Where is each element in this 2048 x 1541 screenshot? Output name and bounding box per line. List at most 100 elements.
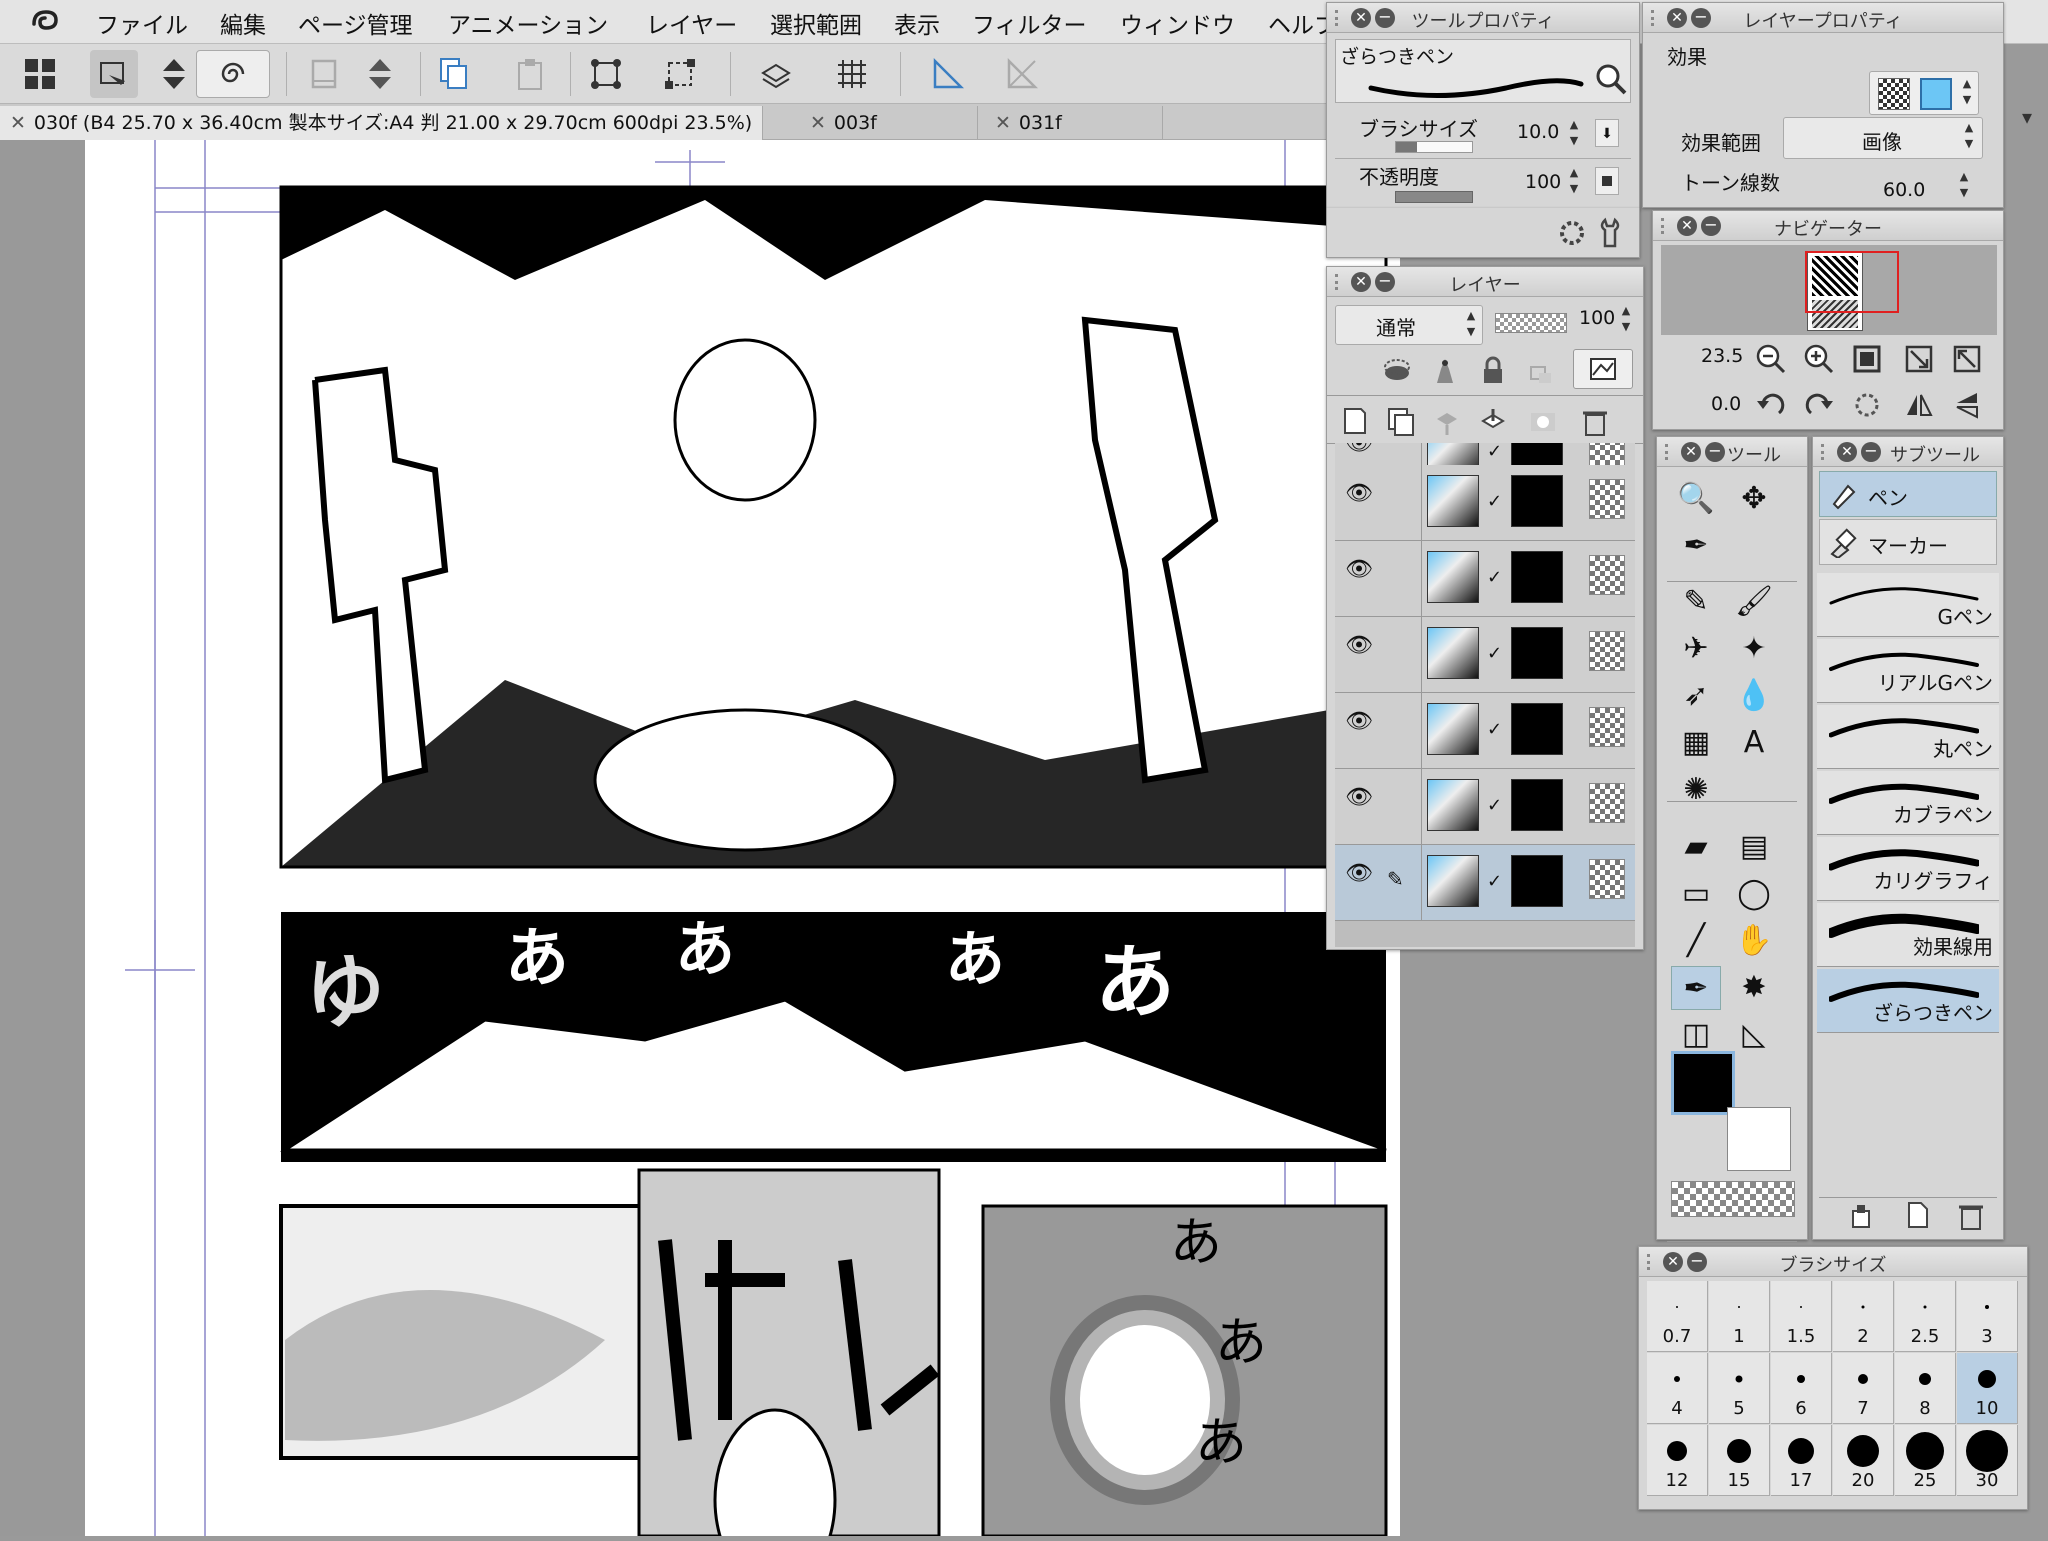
brush-size-cell[interactable]: 30: [1957, 1425, 2018, 1496]
frame-icon[interactable]: ▦: [1671, 721, 1721, 765]
effect-range-select[interactable]: 画像 ▲ ▼: [1783, 117, 1983, 159]
subtool-group-marker[interactable]: マーカー: [1819, 519, 1997, 565]
minimize-icon[interactable]: −: [1705, 442, 1725, 462]
fit-page-icon[interactable]: [1847, 339, 1887, 379]
gradient-icon[interactable]: ▤: [1729, 825, 1779, 869]
tone-lines-spinner[interactable]: ▲ ▼: [1955, 169, 1973, 203]
subtool-item[interactable]: ざらつきペン: [1817, 969, 1999, 1033]
brush-size-cell[interactable]: 4: [1647, 1353, 1708, 1424]
brush-size-cell[interactable]: 1: [1709, 1281, 1770, 1352]
menu-item[interactable]: ウィンドウ: [1120, 6, 1235, 40]
subtool-group-pen[interactable]: ペン: [1819, 471, 1997, 517]
mask-link-check-icon[interactable]: ✓: [1487, 567, 1502, 588]
close-icon[interactable]: ✕: [1681, 442, 1701, 462]
new-raster-layer-icon[interactable]: [1335, 401, 1375, 441]
subtool-item[interactable]: リアルGペン: [1817, 639, 1999, 703]
fit-window-icon[interactable]: [1899, 339, 1939, 379]
rotate-right-icon[interactable]: [1799, 385, 1839, 425]
brush-size-grid[interactable]: 0.7 1 1.5 2 2.5 3 4 5 6 7 8 10 12 15 17 20 25 30: [1647, 1281, 2018, 1499]
tab-031f[interactable]: ✕ 031f: [985, 106, 1163, 140]
layer-row[interactable]: 👁 ✓: [1335, 693, 1635, 769]
zoom-in-icon[interactable]: [1799, 339, 1839, 379]
subtool-item[interactable]: カブラペン: [1817, 771, 1999, 835]
brush-size-cell[interactable]: 20: [1833, 1425, 1894, 1496]
brush-size-cell[interactable]: 12: [1647, 1425, 1708, 1496]
zoom-value[interactable]: 23.5: [1701, 345, 1743, 367]
layer-color-icon[interactable]: [1920, 78, 1952, 110]
flip-horizontal-icon[interactable]: [1899, 385, 1939, 425]
new-vector-layer-icon[interactable]: [1381, 401, 1421, 441]
eyedropper-icon[interactable]: ✒: [1671, 524, 1721, 568]
lock-icon[interactable]: [1473, 351, 1513, 391]
grid-view-icon[interactable]: [16, 50, 64, 98]
menu-item[interactable]: ページ管理: [298, 6, 413, 40]
menu-item[interactable]: 表示: [894, 6, 940, 40]
layer-mask-icon[interactable]: [1523, 401, 1563, 441]
layer-list[interactable]: 👁 ✓ 👁 ✓ 👁 ✓ 👁 ✓ 👁 ✓ 👁 ✓ 👁 ✎ ✓: [1335, 443, 1635, 947]
line-icon[interactable]: ╱: [1671, 919, 1721, 963]
tab-003f[interactable]: ✕ 003f: [800, 106, 978, 140]
wrench-icon[interactable]: [1595, 216, 1629, 250]
main-color-swatch[interactable]: [1671, 1051, 1735, 1115]
airbrush-icon[interactable]: ✈: [1671, 627, 1721, 671]
pen-tool-active-icon[interactable]: ✒: [1671, 965, 1721, 1010]
copy-icon[interactable]: [430, 50, 478, 98]
copy-subtool-icon[interactable]: [1843, 1195, 1883, 1235]
eye-icon[interactable]: 👁: [1345, 861, 1373, 886]
sparkle-icon[interactable]: ✦: [1729, 627, 1779, 671]
eye-icon[interactable]: 👁: [1345, 481, 1373, 506]
layer-select-icon[interactable]: [752, 50, 800, 98]
brush-size-cell[interactable]: 7: [1833, 1353, 1894, 1424]
mask-link-check-icon[interactable]: ✓: [1487, 719, 1502, 740]
mask-link-check-icon[interactable]: ✓: [1487, 643, 1502, 664]
brush-size-cell[interactable]: 17: [1771, 1425, 1832, 1496]
page-up-down-icon[interactable]: [356, 50, 404, 98]
brush-size-cell[interactable]: 1.5: [1771, 1281, 1832, 1352]
trash-icon[interactable]: [1575, 401, 1615, 441]
close-tab-icon[interactable]: ✕: [810, 112, 826, 134]
menu-item[interactable]: アニメーション: [448, 6, 608, 40]
pressure-icon[interactable]: ⬇: [1595, 119, 1619, 147]
eye-icon[interactable]: 👁: [1345, 709, 1373, 734]
panel-menu-chevron-icon[interactable]: ▾: [2010, 100, 2044, 134]
subtool-item[interactable]: 効果線用: [1817, 903, 1999, 967]
subtool-list[interactable]: Gペン リアルGペン 丸ペン カブラペン カリグラフィ 効果線用 ざらつきペン: [1817, 573, 1999, 1093]
ruler-icon[interactable]: ◺: [1729, 1013, 1779, 1057]
settings-gear-icon[interactable]: [1555, 216, 1589, 250]
menu-item[interactable]: フィルター: [972, 6, 1087, 40]
layer-opacity-value[interactable]: 100: [1579, 307, 1615, 329]
move-layer-down-icon[interactable]: [1427, 401, 1467, 441]
menu-item[interactable]: レイヤー: [646, 6, 737, 40]
effect-line-icon[interactable]: ✸: [1729, 966, 1779, 1010]
flip-vertical-icon[interactable]: [1947, 385, 1987, 425]
reference-layer-icon[interactable]: [1425, 351, 1465, 391]
brush-size-slider[interactable]: [1395, 141, 1473, 153]
navigator-viewport-frame[interactable]: [1805, 251, 1899, 313]
eye-icon[interactable]: 👁: [1345, 443, 1373, 456]
grid-icon[interactable]: [828, 50, 876, 98]
up-down-arrows-icon[interactable]: [150, 50, 198, 98]
brush-size-cell[interactable]: 5: [1709, 1353, 1770, 1424]
eye-icon[interactable]: 👁: [1345, 785, 1373, 810]
burst-icon[interactable]: ✺: [1671, 768, 1721, 812]
menu-item[interactable]: 選択範囲: [770, 6, 862, 40]
manga-page[interactable]: ゆ あ あ あ あ あ あ あ: [85, 140, 1400, 1541]
transform-icon[interactable]: [582, 50, 630, 98]
ruler-snap-off-icon[interactable]: [998, 50, 1046, 98]
opacity-slider[interactable]: [1495, 313, 1567, 333]
brush-size-cell[interactable]: 2.5: [1895, 1281, 1956, 1352]
magnify-icon[interactable]: [1594, 62, 1628, 96]
panel-grip-icon[interactable]: [1665, 444, 1677, 460]
book-icon[interactable]: [300, 50, 348, 98]
transparent-color-swatch[interactable]: [1671, 1181, 1795, 1217]
menu-item[interactable]: ファイル: [96, 6, 188, 40]
blend-mode-select[interactable]: 通常 ▲ ▼: [1335, 305, 1483, 345]
mask-link-check-icon[interactable]: ✓: [1487, 443, 1502, 462]
panel-grip-icon[interactable]: [1821, 444, 1833, 460]
pen-icon[interactable]: ✎: [1671, 580, 1721, 624]
lasso-icon[interactable]: ◯: [1729, 872, 1779, 916]
brush-size-cell[interactable]: 2: [1833, 1281, 1894, 1352]
opacity-spinner[interactable]: ▲ ▼: [1617, 303, 1635, 337]
new-subtool-icon[interactable]: [1897, 1195, 1937, 1235]
hand-icon[interactable]: ✋: [1729, 919, 1779, 963]
